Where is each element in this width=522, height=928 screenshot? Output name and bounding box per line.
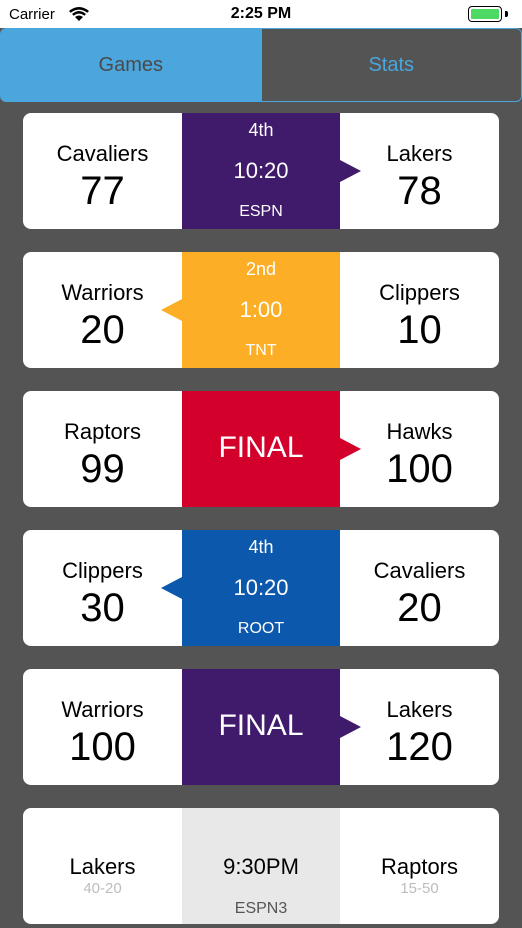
tv-network: TNT bbox=[245, 342, 277, 359]
tv-network: ROOT bbox=[237, 620, 285, 637]
segmented-control: Games Stats bbox=[0, 28, 522, 102]
home-team-name: Lakers bbox=[69, 854, 136, 879]
home-team: Warriors 100 bbox=[23, 669, 182, 785]
home-team-score: 77 bbox=[80, 169, 125, 213]
away-team-name: Cavaliers bbox=[373, 558, 466, 583]
away-team: Clippers 10 bbox=[340, 252, 499, 368]
away-team-name: Lakers bbox=[386, 141, 453, 166]
home-team-name: Clippers bbox=[62, 558, 143, 583]
away-team: Cavaliers 20 bbox=[340, 530, 499, 646]
away-team-record: 15-50 bbox=[400, 880, 439, 897]
game-clock: 1:00 bbox=[239, 297, 283, 322]
tv-network: ESPN bbox=[239, 203, 283, 220]
home-team: Raptors 99 bbox=[23, 391, 182, 507]
game-status: 4th 10:20 ROOT bbox=[161, 530, 340, 646]
home-team-name: Raptors bbox=[63, 419, 142, 444]
game-card[interactable]: Warriors 100 FINAL Lakers 120 bbox=[23, 669, 499, 785]
home-team: Cavaliers 77 bbox=[23, 113, 182, 229]
status-bar: Carrier 2:25 PM bbox=[0, 0, 522, 28]
game-period: 4th bbox=[248, 120, 274, 140]
home-team-record: 40-20 bbox=[83, 880, 122, 897]
game-card[interactable]: Lakers 40-20 9:30PM ESPN3 Raptors 15-50 bbox=[23, 808, 499, 924]
game-status: 9:30PM ESPN3 bbox=[182, 808, 340, 924]
game-status: 2nd 1:00 TNT bbox=[161, 252, 340, 368]
possession-arrow-icon bbox=[161, 577, 182, 599]
home-team-name: Warriors bbox=[61, 697, 144, 722]
final-label: FINAL bbox=[218, 709, 304, 742]
home-team: Clippers 30 bbox=[23, 530, 182, 646]
game-period: 4th bbox=[248, 537, 274, 557]
away-team-score: 78 bbox=[397, 169, 442, 213]
away-team-name: Lakers bbox=[386, 697, 453, 722]
home-team: Warriors 20 bbox=[23, 252, 182, 368]
away-team: Hawks 100 bbox=[340, 391, 499, 507]
home-team-score: 99 bbox=[80, 447, 125, 491]
game-clock: 10:20 bbox=[233, 575, 289, 600]
away-team: Lakers 120 bbox=[340, 669, 499, 785]
home-team-name: Warriors bbox=[61, 280, 144, 305]
game-period: 2nd bbox=[245, 259, 277, 279]
final-label: FINAL bbox=[218, 431, 304, 464]
game-card[interactable]: Cavaliers 77 4th 10:20 ESPN Lakers 78 bbox=[23, 113, 499, 229]
battery-tip bbox=[505, 11, 508, 17]
away-team-name: Hawks bbox=[386, 419, 453, 444]
clock-time: 2:25 PM bbox=[230, 5, 292, 22]
game-start-time: 9:30PM bbox=[223, 854, 299, 879]
home-team-score: 30 bbox=[80, 586, 125, 630]
game-status: FINAL bbox=[182, 669, 361, 785]
away-team: Raptors 15-50 bbox=[340, 808, 499, 924]
away-team-name: Raptors bbox=[380, 854, 459, 879]
battery-icon bbox=[468, 6, 502, 22]
tab-games[interactable]: Games bbox=[1, 29, 261, 101]
away-team-name: Clippers bbox=[379, 280, 460, 305]
game-card[interactable]: Warriors 20 2nd 1:00 TNT Clippers 10 bbox=[23, 252, 499, 368]
possession-arrow-icon bbox=[161, 299, 182, 321]
home-team-score: 100 bbox=[69, 725, 136, 769]
away-team: Lakers 78 bbox=[340, 113, 499, 229]
game-status: FINAL bbox=[182, 391, 361, 507]
home-team: Lakers 40-20 bbox=[23, 808, 182, 924]
game-card[interactable]: Clippers 30 4th 10:20 ROOT Cavaliers 20 bbox=[23, 530, 499, 646]
home-team-score: 20 bbox=[80, 308, 125, 352]
away-team-score: 20 bbox=[397, 586, 442, 630]
game-status: 4th 10:20 ESPN bbox=[182, 113, 361, 229]
away-team-score: 120 bbox=[386, 725, 453, 769]
game-card[interactable]: Raptors 99 FINAL Hawks 100 bbox=[23, 391, 499, 507]
tab-stats[interactable]: Stats bbox=[260, 29, 521, 101]
home-team-name: Cavaliers bbox=[56, 141, 149, 166]
tv-network: ESPN3 bbox=[234, 900, 288, 917]
game-clock: 10:20 bbox=[233, 158, 289, 183]
away-team-score: 10 bbox=[397, 308, 442, 352]
away-team-score: 100 bbox=[386, 447, 453, 491]
